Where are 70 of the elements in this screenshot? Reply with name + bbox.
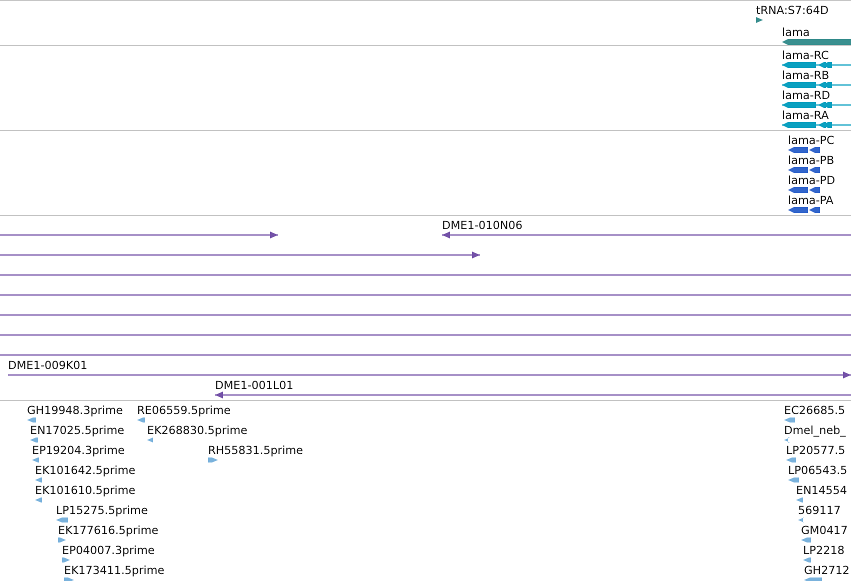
feature-label: lama-RA	[782, 109, 829, 122]
transcript-feature[interactable]	[782, 62, 851, 68]
est-feature[interactable]	[30, 438, 38, 442]
feature-label: EK101610.5prime	[35, 484, 136, 497]
est-feature[interactable]	[35, 498, 42, 502]
clone-feature[interactable]	[215, 392, 851, 398]
est-feature[interactable]	[208, 458, 218, 462]
feature-label: GM0417	[801, 524, 848, 537]
transcript-feature[interactable]	[782, 122, 851, 128]
feature-label: lama-RD	[782, 89, 830, 102]
feature-label: EK101642.5prime	[35, 464, 136, 477]
feature-label: EN17025.5prime	[30, 424, 124, 437]
clone-feature[interactable]	[8, 372, 851, 378]
feature-label: RE06559.5prime	[137, 404, 231, 417]
feature-label: EK173411.5prime	[64, 564, 164, 577]
feature-label: EK177616.5prime	[58, 524, 158, 537]
feature-label: GH2712	[804, 564, 850, 577]
feature-label: lama	[782, 26, 810, 39]
protein-feature[interactable]	[788, 187, 820, 193]
clone-feature[interactable]	[0, 252, 480, 258]
est-feature[interactable]	[137, 418, 145, 422]
feature-label: EN14554	[796, 484, 848, 497]
est-feature[interactable]	[796, 498, 803, 502]
feature-label: EP19204.3prime	[32, 444, 125, 457]
est-feature[interactable]	[56, 518, 68, 522]
est-feature[interactable]	[784, 438, 790, 442]
feature-label: tRNA:S7:64D	[756, 4, 829, 17]
transcript-feature[interactable]	[782, 102, 851, 108]
feature-label: 569117	[798, 504, 841, 517]
feature-label: DME1-001L01	[215, 379, 294, 392]
feature-label: LP20577.5	[786, 444, 846, 457]
transcript-feature[interactable]	[782, 82, 851, 88]
est-feature[interactable]	[27, 418, 36, 422]
est-feature[interactable]	[804, 578, 822, 581]
est-feature[interactable]	[58, 538, 66, 542]
est-feature[interactable]	[798, 518, 804, 522]
feature-label: EC26685.5	[784, 404, 846, 417]
feature-label: EK268830.5prime	[147, 424, 248, 437]
protein-feature[interactable]	[788, 147, 820, 153]
gene-feature[interactable]	[782, 39, 851, 45]
feature-label: lama-PB	[788, 154, 834, 167]
est-feature[interactable]	[803, 558, 811, 562]
clone-feature[interactable]	[0, 232, 278, 238]
est-feature[interactable]	[64, 578, 74, 581]
feature-label: RH55831.5prime	[208, 444, 304, 457]
feature-label: DME1-010N06	[442, 219, 522, 232]
est-feature[interactable]	[62, 558, 70, 562]
est-feature[interactable]	[801, 538, 811, 542]
est-feature[interactable]	[784, 418, 795, 422]
est-feature[interactable]	[788, 478, 799, 482]
gene-feature[interactable]	[756, 17, 763, 23]
protein-feature[interactable]	[788, 207, 820, 213]
clone-feature[interactable]	[442, 232, 851, 238]
feature-label: LP2218	[803, 544, 844, 557]
est-feature[interactable]	[32, 458, 39, 462]
est-feature[interactable]	[147, 438, 153, 442]
feature-label: lama-PC	[788, 134, 834, 147]
feature-label: GH19948.3prime	[27, 404, 123, 417]
feature-label: DME1-009K01	[8, 359, 88, 372]
feature-label: lama-RC	[782, 49, 829, 62]
feature-label: lama-RB	[782, 69, 830, 82]
est-feature[interactable]	[786, 458, 796, 462]
feature-label: lama-PD	[788, 174, 836, 187]
feature-label: LP15275.5prime	[56, 504, 148, 517]
feature-label: Dmel_neb_	[784, 424, 846, 437]
feature-label: lama-PA	[788, 194, 834, 207]
est-feature[interactable]	[35, 478, 42, 482]
feature-label: EP04007.3prime	[62, 544, 155, 557]
feature-label: LP06543.5	[788, 464, 848, 477]
protein-feature[interactable]	[788, 167, 820, 173]
